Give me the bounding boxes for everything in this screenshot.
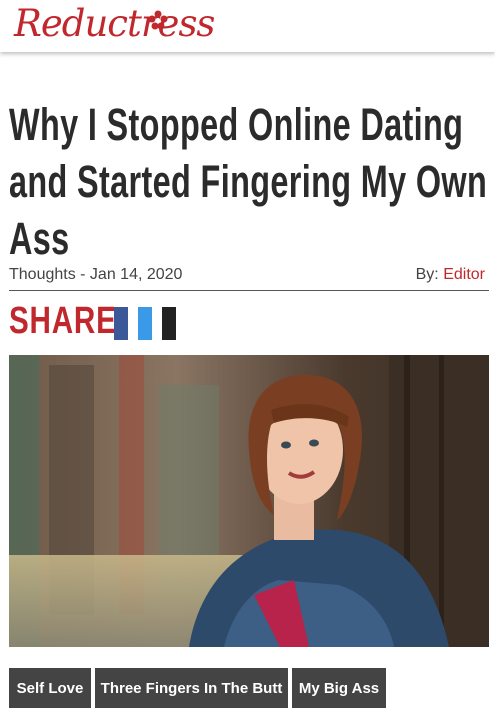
category-date[interactable]: Thoughts - Jan 14, 2020 — [9, 266, 182, 284]
tag-three-fingers[interactable]: Three Fingers In The Butt — [95, 668, 288, 708]
tag-self-love[interactable]: Self Love — [9, 668, 91, 708]
byline-label: By: — [415, 266, 439, 283]
byline: By: Editor — [416, 266, 485, 284]
facebook-share-button[interactable] — [114, 307, 128, 340]
hero-photo — [9, 355, 489, 647]
flower-icon — [148, 10, 168, 30]
hero-image — [9, 355, 489, 647]
site-logo[interactable]: Reductress — [14, 2, 215, 45]
share-label: SHARE: — [9, 300, 128, 342]
tag-my-big-ass[interactable]: My Big Ass — [292, 668, 386, 708]
twitter-share-button[interactable] — [138, 307, 152, 340]
article-meta: Thoughts - Jan 14, 2020 By: Editor — [9, 266, 489, 291]
site-header: Reductress — [0, 0, 495, 52]
author-link[interactable]: Editor — [443, 266, 485, 283]
email-share-button[interactable] — [162, 307, 176, 340]
article-title: Why I Stopped Online Dating and Started … — [9, 99, 488, 264]
